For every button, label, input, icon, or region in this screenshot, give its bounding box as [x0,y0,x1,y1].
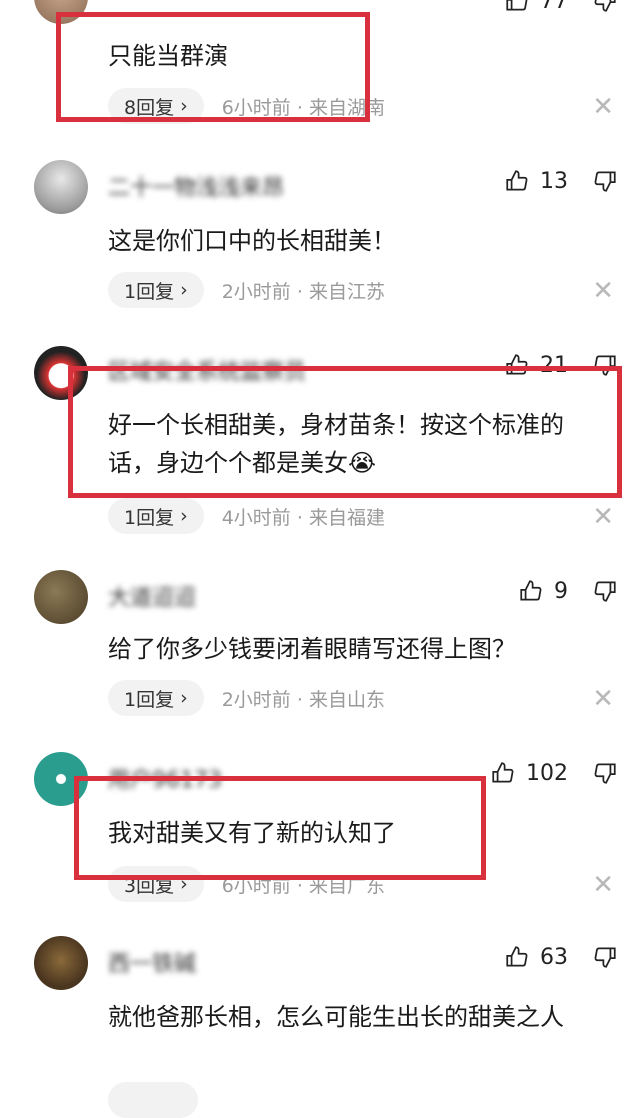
reply-count: 1回复 [124,506,175,529]
highlight-box [68,366,622,498]
thumbs-down-icon [594,763,616,784]
comment-location: 来自福建 [308,506,385,529]
close-icon[interactable]: ✕ [592,684,614,714]
comment-location: 来自山东 [308,688,385,711]
thumbs-down-icon [594,171,616,192]
close-icon[interactable]: ✕ [592,276,614,306]
comment-text: 这是你们口中的长相甜美！ [108,227,396,255]
highlight-box [56,12,370,122]
comment-time: 2小时前 [221,280,291,303]
thumbs-down-icon [594,0,616,12]
separator: · [296,506,303,529]
thumbs-down-icon [594,581,616,602]
reply-count: 1回复 [124,280,175,303]
username[interactable]: 西一铁碱 [108,946,196,977]
time-location: 2小时前 · 来自江苏 [222,277,385,304]
comment-text: 给了你多少钱要闭着眼睛写还得上图？ [108,635,516,663]
close-icon[interactable]: ✕ [592,92,614,122]
reply-button[interactable]: 1回复 › [108,498,204,534]
time-location: 4小时前 · 来自福建 [222,503,385,530]
avatar[interactable] [34,570,88,624]
reply-button-partial[interactable] [108,1082,198,1118]
avatar[interactable] [34,160,88,214]
thumbs-up-icon [520,580,542,601]
dislike-button[interactable] [592,578,618,604]
chevron-right-icon: › [180,279,188,301]
thumbs-up-icon [492,762,514,783]
dislike-button[interactable] [592,0,618,14]
comment-time: 4小时前 [221,506,291,529]
comment-meta: 1回复 › 2小时前 · 来自江苏 [108,272,385,308]
close-icon[interactable]: ✕ [592,870,614,900]
reply-button[interactable]: 1回复 › [108,680,204,716]
thumbs-up-icon [506,0,528,11]
username[interactable]: 二十一物浅浅来昂 [108,170,284,201]
close-icon[interactable]: ✕ [592,502,614,532]
dislike-button[interactable] [592,944,618,970]
separator: · [296,280,303,303]
time-location: 2小时前 · 来自山东 [222,685,385,712]
thumbs-up-icon [506,946,528,967]
like-count: 63 [540,944,568,970]
comment-location: 来自江苏 [308,280,385,303]
reply-count: 1回复 [124,688,175,711]
comment-meta: 1回复 › 2小时前 · 来自山东 [108,680,385,716]
dislike-button[interactable] [592,168,618,194]
like-count: 13 [540,168,568,194]
avatar[interactable] [34,936,88,990]
like-count: 9 [554,578,568,604]
reply-button[interactable]: 1回复 › [108,272,204,308]
highlight-box [74,776,486,880]
separator: · [296,688,303,711]
like-button[interactable]: 9 [518,578,568,604]
thumbs-up-icon [506,170,528,191]
comment-time: 2小时前 [221,688,291,711]
dislike-button[interactable] [592,760,618,786]
like-button[interactable]: 63 [504,944,568,970]
comment-text: 就他爸那长相，怎么可能生出长的甜美之人 [108,1003,564,1031]
comment-meta: 1回复 › 4小时前 · 来自福建 [108,498,385,534]
username[interactable]: 大道迢迢 [108,580,196,611]
like-button[interactable]: 77 [504,0,568,14]
like-button[interactable]: 13 [504,168,568,194]
thumbs-down-icon [594,947,616,968]
like-button[interactable]: 102 [490,760,568,786]
like-count: 77 [540,0,568,14]
chevron-right-icon: › [180,505,188,527]
like-count: 102 [526,760,568,786]
chevron-right-icon: › [180,687,188,709]
